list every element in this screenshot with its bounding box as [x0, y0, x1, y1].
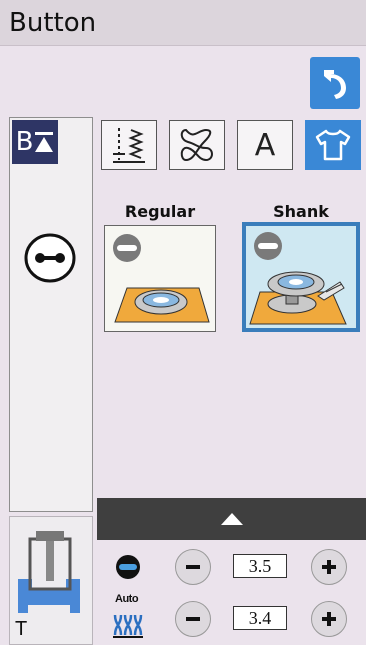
decrease-width-button[interactable]	[175, 549, 211, 585]
button-width-row: 3.5	[97, 541, 366, 593]
expand-settings-bar[interactable]	[97, 498, 366, 540]
buttonhole-mode-button[interactable]	[18, 228, 82, 293]
regular-option[interactable]	[104, 225, 216, 332]
return-arrow-icon	[324, 70, 346, 99]
auto-label: Auto	[115, 593, 139, 605]
title-bar: Button	[0, 0, 366, 46]
presser-foot-area[interactable]: T	[9, 516, 93, 645]
minus-icon	[186, 565, 200, 569]
garment-icon	[315, 129, 351, 161]
tab-decorative-stitch[interactable]	[169, 120, 225, 170]
buttonhole-icon	[24, 233, 76, 283]
plus-icon	[322, 560, 336, 574]
character-tab-label: A	[254, 127, 276, 163]
presser-foot-label: T	[15, 618, 28, 640]
shank-option-label: Shank	[273, 202, 329, 221]
auto-stitch-icon	[113, 614, 143, 638]
shank-option[interactable]	[242, 222, 360, 332]
tab-garment[interactable]	[305, 120, 361, 170]
decorative-stitch-icon	[180, 128, 213, 162]
regular-option-label: Regular	[124, 202, 196, 221]
decrease-auto-button[interactable]	[175, 601, 211, 637]
shank-button-icon	[249, 232, 347, 325]
regular-button-icon	[113, 234, 210, 323]
triangle-up-bar-icon	[35, 132, 54, 152]
auto-value: 3.4	[233, 606, 287, 630]
auto-length-row: Auto 3.4	[97, 593, 366, 645]
increase-width-button[interactable]	[311, 549, 347, 585]
increase-auto-button[interactable]	[311, 601, 347, 637]
left-panel: B	[9, 117, 93, 512]
minus-icon	[186, 617, 200, 621]
button-width-icon	[116, 555, 140, 579]
width-value: 3.5	[233, 554, 287, 578]
chevron-up-icon	[220, 513, 243, 525]
tab-utility-stitch[interactable]	[101, 120, 157, 170]
mode-button[interactable]: B	[12, 120, 58, 164]
tab-character[interactable]: A	[237, 120, 293, 170]
presser-foot-icon	[18, 531, 80, 613]
back-button[interactable]	[310, 57, 360, 109]
utility-stitch-icon	[113, 128, 145, 163]
plus-icon	[322, 612, 336, 626]
mode-button-text: B	[15, 127, 34, 157]
page-title: Button	[9, 8, 97, 38]
